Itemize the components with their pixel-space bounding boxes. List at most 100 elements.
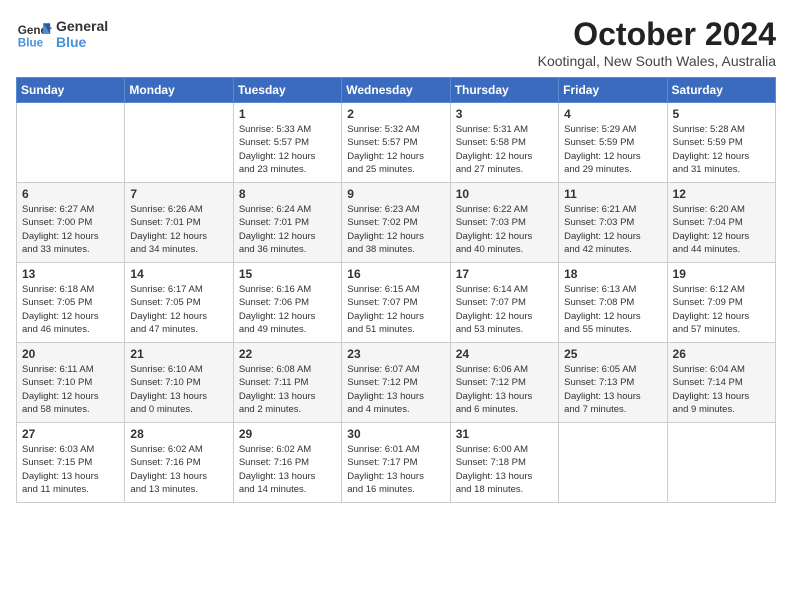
day-info: Sunrise: 6:10 AM Sunset: 7:10 PM Dayligh… <box>130 363 227 416</box>
calendar-cell: 25 Sunrise: 6:05 AM Sunset: 7:13 PM Dayli… <box>559 343 667 423</box>
calendar-cell: 6Sunrise: 6:27 AM Sunset: 7:00 PM Daylig… <box>17 183 125 263</box>
day-number: 6 <box>22 187 119 201</box>
calendar-cell: 26 Sunrise: 6:04 AM Sunset: 7:14 PM Dayli… <box>667 343 775 423</box>
day-info: Sunrise: 6:04 AM Sunset: 7:14 PM Dayligh… <box>673 363 770 416</box>
page-header: General Blue General Blue October 2024 K… <box>16 16 776 69</box>
day-number: 30 <box>347 427 444 441</box>
header-tuesday: Tuesday <box>233 78 341 103</box>
day-info: Sunrise: 6:14 AM Sunset: 7:07 PM Dayligh… <box>456 283 553 336</box>
day-number: 28 <box>130 427 227 441</box>
day-number: 25 <box>564 347 661 361</box>
calendar-cell: 3Sunrise: 5:31 AM Sunset: 5:58 PM Daylig… <box>450 103 558 183</box>
calendar-cell: 18 Sunrise: 6:13 AM Sunset: 7:08 PM Dayli… <box>559 263 667 343</box>
header-monday: Monday <box>125 78 233 103</box>
calendar-cell <box>125 103 233 183</box>
day-info: Sunrise: 5:31 AM Sunset: 5:58 PM Dayligh… <box>456 123 553 176</box>
day-number: 9 <box>347 187 444 201</box>
day-number: 26 <box>673 347 770 361</box>
calendar-cell: 17Sunrise: 6:14 AM Sunset: 7:07 PM Dayli… <box>450 263 558 343</box>
day-number: 18 <box>564 267 661 281</box>
day-info: Sunrise: 6:00 AM Sunset: 7:18 PM Dayligh… <box>456 443 553 496</box>
day-number: 10 <box>456 187 553 201</box>
day-info: Sunrise: 6:03 AM Sunset: 7:15 PM Dayligh… <box>22 443 119 496</box>
header-friday: Friday <box>559 78 667 103</box>
day-number: 12 <box>673 187 770 201</box>
month-title: October 2024 <box>538 16 776 53</box>
location: Kootingal, New South Wales, Australia <box>538 53 776 69</box>
calendar-cell <box>667 423 775 503</box>
calendar-cell: 22Sunrise: 6:08 AM Sunset: 7:11 PM Dayli… <box>233 343 341 423</box>
day-number: 19 <box>673 267 770 281</box>
header-wednesday: Wednesday <box>342 78 450 103</box>
day-number: 8 <box>239 187 336 201</box>
day-number: 29 <box>239 427 336 441</box>
day-info: Sunrise: 6:20 AM Sunset: 7:04 PM Dayligh… <box>673 203 770 256</box>
calendar-cell <box>17 103 125 183</box>
calendar-cell: 31 Sunrise: 6:00 AM Sunset: 7:18 PM Dayli… <box>450 423 558 503</box>
title-block: October 2024 Kootingal, New South Wales,… <box>538 16 776 69</box>
header-thursday: Thursday <box>450 78 558 103</box>
calendar-cell: 24 Sunrise: 6:06 AM Sunset: 7:12 PM Dayli… <box>450 343 558 423</box>
day-info: Sunrise: 6:08 AM Sunset: 7:11 PM Dayligh… <box>239 363 336 416</box>
calendar-cell: 29 Sunrise: 6:02 AM Sunset: 7:16 PM Dayli… <box>233 423 341 503</box>
calendar-week-row: 27 Sunrise: 6:03 AM Sunset: 7:15 PM Dayli… <box>17 423 776 503</box>
calendar-week-row: 1Sunrise: 5:33 AM Sunset: 5:57 PM Daylig… <box>17 103 776 183</box>
calendar-table: SundayMondayTuesdayWednesdayThursdayFrid… <box>16 77 776 503</box>
calendar-cell: 12 Sunrise: 6:20 AM Sunset: 7:04 PM Dayli… <box>667 183 775 263</box>
header-sunday: Sunday <box>17 78 125 103</box>
day-info: Sunrise: 5:28 AM Sunset: 5:59 PM Dayligh… <box>673 123 770 176</box>
calendar-cell: 30 Sunrise: 6:01 AM Sunset: 7:17 PM Dayli… <box>342 423 450 503</box>
day-number: 5 <box>673 107 770 121</box>
day-info: Sunrise: 6:06 AM Sunset: 7:12 PM Dayligh… <box>456 363 553 416</box>
calendar-cell: 4Sunrise: 5:29 AM Sunset: 5:59 PM Daylig… <box>559 103 667 183</box>
calendar-week-row: 13Sunrise: 6:18 AM Sunset: 7:05 PM Dayli… <box>17 263 776 343</box>
logo-line2: Blue <box>56 34 108 50</box>
calendar-cell: 15Sunrise: 6:16 AM Sunset: 7:06 PM Dayli… <box>233 263 341 343</box>
day-info: Sunrise: 6:11 AM Sunset: 7:10 PM Dayligh… <box>22 363 119 416</box>
calendar-cell: 8 Sunrise: 6:24 AM Sunset: 7:01 PM Daylig… <box>233 183 341 263</box>
day-number: 20 <box>22 347 119 361</box>
calendar-header-row: SundayMondayTuesdayWednesdayThursdayFrid… <box>17 78 776 103</box>
svg-text:Blue: Blue <box>18 37 44 50</box>
calendar-week-row: 6Sunrise: 6:27 AM Sunset: 7:00 PM Daylig… <box>17 183 776 263</box>
day-info: Sunrise: 6:01 AM Sunset: 7:17 PM Dayligh… <box>347 443 444 496</box>
calendar-cell: 2 Sunrise: 5:32 AM Sunset: 5:57 PM Daylig… <box>342 103 450 183</box>
day-info: Sunrise: 6:12 AM Sunset: 7:09 PM Dayligh… <box>673 283 770 336</box>
day-info: Sunrise: 6:26 AM Sunset: 7:01 PM Dayligh… <box>130 203 227 256</box>
calendar-cell: 19 Sunrise: 6:12 AM Sunset: 7:09 PM Dayli… <box>667 263 775 343</box>
day-number: 1 <box>239 107 336 121</box>
logo: General Blue General Blue <box>16 16 108 52</box>
day-number: 31 <box>456 427 553 441</box>
calendar-cell: 28Sunrise: 6:02 AM Sunset: 7:16 PM Dayli… <box>125 423 233 503</box>
logo-icon: General Blue <box>16 16 52 52</box>
calendar-cell: 1Sunrise: 5:33 AM Sunset: 5:57 PM Daylig… <box>233 103 341 183</box>
day-info: Sunrise: 6:05 AM Sunset: 7:13 PM Dayligh… <box>564 363 661 416</box>
day-info: Sunrise: 6:13 AM Sunset: 7:08 PM Dayligh… <box>564 283 661 336</box>
calendar-cell: 9 Sunrise: 6:23 AM Sunset: 7:02 PM Daylig… <box>342 183 450 263</box>
day-info: Sunrise: 6:02 AM Sunset: 7:16 PM Dayligh… <box>239 443 336 496</box>
logo-line1: General <box>56 18 108 34</box>
day-info: Sunrise: 6:17 AM Sunset: 7:05 PM Dayligh… <box>130 283 227 336</box>
calendar-cell: 14 Sunrise: 6:17 AM Sunset: 7:05 PM Dayli… <box>125 263 233 343</box>
day-info: Sunrise: 5:32 AM Sunset: 5:57 PM Dayligh… <box>347 123 444 176</box>
day-number: 11 <box>564 187 661 201</box>
day-number: 24 <box>456 347 553 361</box>
calendar-cell: 7Sunrise: 6:26 AM Sunset: 7:01 PM Daylig… <box>125 183 233 263</box>
day-info: Sunrise: 6:23 AM Sunset: 7:02 PM Dayligh… <box>347 203 444 256</box>
day-info: Sunrise: 6:21 AM Sunset: 7:03 PM Dayligh… <box>564 203 661 256</box>
calendar-cell: 23 Sunrise: 6:07 AM Sunset: 7:12 PM Dayli… <box>342 343 450 423</box>
day-info: Sunrise: 6:15 AM Sunset: 7:07 PM Dayligh… <box>347 283 444 336</box>
day-info: Sunrise: 6:16 AM Sunset: 7:06 PM Dayligh… <box>239 283 336 336</box>
day-info: Sunrise: 6:24 AM Sunset: 7:01 PM Dayligh… <box>239 203 336 256</box>
header-saturday: Saturday <box>667 78 775 103</box>
day-number: 27 <box>22 427 119 441</box>
day-number: 2 <box>347 107 444 121</box>
calendar-cell <box>559 423 667 503</box>
day-number: 23 <box>347 347 444 361</box>
day-number: 4 <box>564 107 661 121</box>
calendar-cell: 11 Sunrise: 6:21 AM Sunset: 7:03 PM Dayli… <box>559 183 667 263</box>
calendar-cell: 5 Sunrise: 5:28 AM Sunset: 5:59 PM Daylig… <box>667 103 775 183</box>
day-number: 13 <box>22 267 119 281</box>
day-info: Sunrise: 6:07 AM Sunset: 7:12 PM Dayligh… <box>347 363 444 416</box>
day-number: 14 <box>130 267 227 281</box>
